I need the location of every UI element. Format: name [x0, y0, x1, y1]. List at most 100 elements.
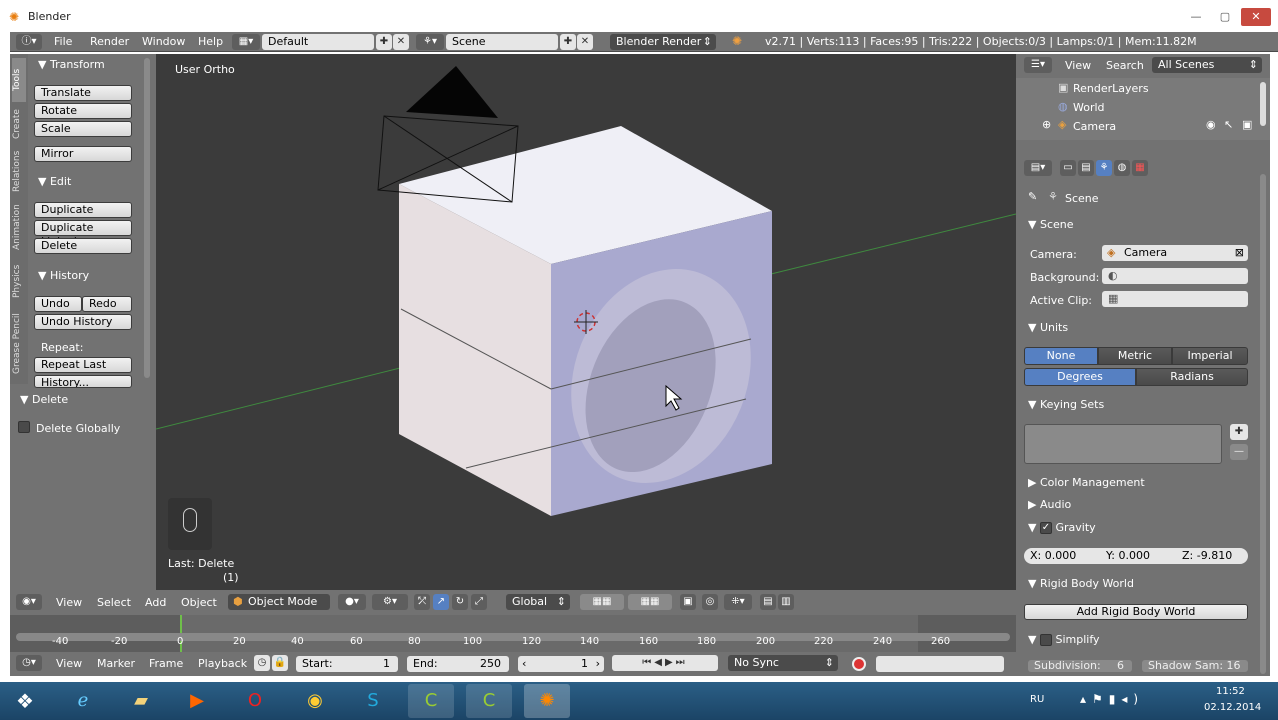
ie-icon[interactable]: ℯ [60, 684, 106, 718]
translate-button[interactable]: Translate [34, 85, 132, 101]
editor-type-outliner-icon[interactable]: ☰▾ [1024, 57, 1052, 73]
render-anim-icon[interactable]: ▥ [778, 594, 794, 610]
outliner-filter-select[interactable]: All Scenes ⇕ [1152, 57, 1262, 73]
add-scene-icon[interactable]: ✚ [560, 34, 576, 50]
add-keying-set-icon[interactable]: ✚ [1230, 424, 1248, 440]
audio-header[interactable]: ▶ Audio [1028, 498, 1071, 511]
background-field[interactable]: ◐ [1102, 268, 1248, 284]
tray-icons[interactable]: ▴⚑▮◂) [1080, 692, 1144, 706]
scene-camera-field[interactable]: ◈ Camera ⊠ [1102, 245, 1248, 261]
repeat-last-button[interactable]: Repeat Last [34, 357, 132, 373]
rotate-manipulator-icon[interactable]: ↻ [452, 594, 468, 610]
language-indicator[interactable]: RU [1030, 694, 1044, 705]
gravity-y-field[interactable]: Y: 0.000 [1100, 548, 1176, 564]
add-rigid-body-world-button[interactable]: Add Rigid Body World [1024, 604, 1248, 620]
tab-create[interactable]: Create [12, 104, 26, 144]
start-button-icon[interactable]: ❖ [2, 684, 48, 718]
mode-select[interactable]: ⬢ Object Mode [228, 594, 330, 610]
color-management-header[interactable]: ▶ Color Management [1028, 476, 1145, 489]
history-panel-header[interactable]: ▼ History [38, 269, 89, 282]
layers-right-icon[interactable]: ▦▦ [628, 594, 672, 610]
transform-panel-header[interactable]: ▼ Transform [38, 58, 105, 71]
remove-scene-icon[interactable]: ✕ [577, 34, 593, 50]
expand-icon[interactable]: ⊕ [1042, 118, 1051, 131]
current-frame-field[interactable]: ‹ 1 › [518, 656, 604, 672]
opera-icon[interactable]: O [232, 684, 278, 718]
editor-type-properties-icon[interactable]: ▤▾ [1024, 160, 1052, 176]
tab-tools[interactable]: Tools [12, 58, 26, 102]
timeline-ruler[interactable] [10, 615, 1016, 652]
object-tab-icon[interactable]: ▦ [1132, 160, 1148, 176]
menu-playback[interactable]: Playback [198, 657, 247, 670]
snap-icon[interactable]: ⁜▾ [724, 594, 752, 610]
scene-field[interactable]: Scene [446, 34, 558, 50]
lock-range-icon[interactable]: 🔒 [272, 655, 288, 671]
units-none-toggle[interactable]: None [1024, 347, 1098, 365]
sync-select[interactable]: No Sync ⇕ [728, 655, 838, 671]
end-frame-field[interactable]: End: 250 [407, 656, 509, 672]
rotate-button[interactable]: Rotate [34, 103, 132, 119]
renderable-camera-icon[interactable]: ▣ [1242, 118, 1252, 131]
shading-icon[interactable]: ●▾ [338, 594, 366, 610]
shadow-samples-field[interactable]: Shadow Sam: 16 [1142, 660, 1248, 672]
timeline-scrollbar[interactable] [16, 633, 1010, 641]
proportional-edit-icon[interactable]: ◎ [702, 594, 718, 610]
manipulator-icon[interactable]: ⤱ [414, 594, 430, 610]
add-layout-icon[interactable]: ✚ [376, 34, 392, 50]
render-tab-icon[interactable]: ▭ [1060, 160, 1076, 176]
mirror-button[interactable]: Mirror [34, 146, 132, 162]
camtasia-icon[interactable]: C [408, 684, 454, 718]
chrome-icon[interactable]: ◉ [292, 684, 338, 718]
camtasia-recorder-icon[interactable]: C [466, 684, 512, 718]
pivot-icon[interactable]: ⚙▾ [372, 594, 408, 610]
scene-icon[interactable]: ⚘▾ [416, 34, 444, 50]
units-metric-toggle[interactable]: Metric [1098, 347, 1172, 365]
menu-view[interactable]: View [56, 596, 82, 609]
menu-search[interactable]: Search [1106, 59, 1144, 72]
menu-render[interactable]: Render [90, 35, 129, 48]
menu-help[interactable]: Help [198, 35, 223, 48]
menu-add[interactable]: Add [145, 596, 166, 609]
toolshelf-scrollbar[interactable] [144, 58, 150, 378]
scene-panel-header[interactable]: ▼ Scene [1028, 218, 1074, 231]
simplify-header[interactable]: ▼ Simplify [1028, 633, 1100, 646]
outliner-item-camera[interactable]: Camera [1073, 120, 1116, 133]
playback-controls-icon[interactable]: ⏮◀▶⏭ [612, 655, 718, 671]
rigid-body-world-header[interactable]: ▼ Rigid Body World [1028, 577, 1134, 590]
units-panel-header[interactable]: ▼ Units [1028, 321, 1068, 334]
delete-globally-checkbox[interactable] [18, 421, 30, 433]
undo-button[interactable]: Undo [34, 296, 82, 312]
menu-outliner-view[interactable]: View [1065, 59, 1091, 72]
selectable-cursor-icon[interactable]: ↖ [1224, 118, 1233, 131]
properties-scrollbar[interactable] [1260, 174, 1266, 674]
scene-tab-icon[interactable]: ⚘ [1096, 160, 1112, 176]
lock-layers-icon[interactable]: ▣ [680, 594, 696, 610]
keying-sets-panel-header[interactable]: ▼ Keying Sets [1028, 398, 1104, 411]
outliner-item-renderlayers[interactable]: RenderLayers [1073, 82, 1149, 95]
clock-date[interactable]: 02.12.2014 [1204, 702, 1261, 713]
blender-taskbar-icon[interactable]: ✺ [524, 684, 570, 718]
history-button[interactable]: History... [34, 375, 132, 388]
menu-select[interactable]: Select [97, 596, 131, 609]
keying-sets-list[interactable] [1024, 424, 1222, 464]
media-player-icon[interactable]: ▶ [174, 684, 220, 718]
duplicate-button[interactable]: Duplicate [34, 202, 132, 218]
menu-timeline-view[interactable]: View [56, 657, 82, 670]
render-layers-tab-icon[interactable]: ▤ [1078, 160, 1094, 176]
render-image-icon[interactable]: ▤ [760, 594, 776, 610]
units-imperial-toggle[interactable]: Imperial [1172, 347, 1248, 365]
editor-type-info-icon[interactable]: ⓘ▾ [16, 34, 42, 50]
tab-animation[interactable]: Animation [12, 198, 26, 256]
gravity-z-field[interactable]: Z: -9.810 [1176, 548, 1248, 564]
layers-left-icon[interactable]: ▦▦ [580, 594, 624, 610]
clear-camera-icon[interactable]: ⊠ [1235, 245, 1244, 261]
editor-type-timeline-icon[interactable]: ◷▾ [16, 655, 42, 671]
menu-file[interactable]: File [54, 35, 72, 48]
rotation-degrees-toggle[interactable]: Degrees [1024, 368, 1136, 386]
gravity-checkbox[interactable]: ✓ [1039, 522, 1052, 534]
remove-layout-icon[interactable]: ✕ [393, 34, 409, 50]
menu-frame[interactable]: Frame [149, 657, 183, 670]
subdivision-field[interactable]: Subdivision: 6 [1028, 660, 1132, 672]
undo-history-button[interactable]: Undo History [34, 314, 132, 330]
duplicate-linked-button[interactable]: Duplicate Linked [34, 220, 132, 248]
